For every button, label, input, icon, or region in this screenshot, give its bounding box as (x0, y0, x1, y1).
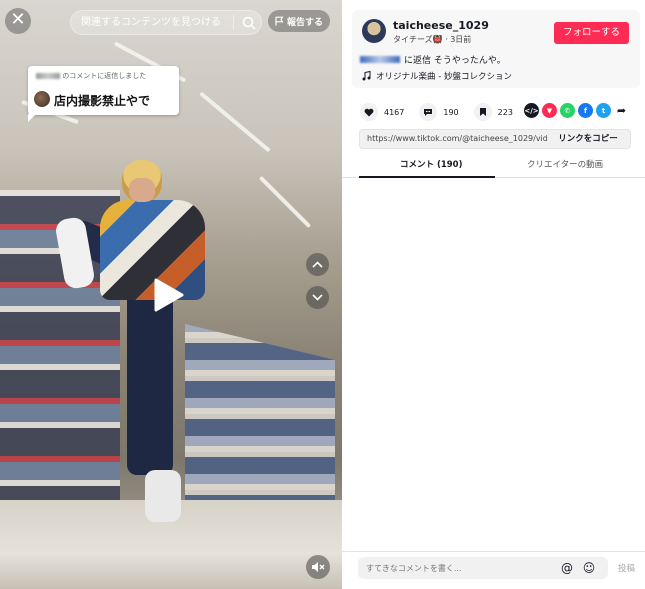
video-description: に返信 そうやったんや。 (360, 53, 506, 66)
comment-composer: @ ☺ 投稿 (342, 551, 645, 589)
comment-box[interactable]: @ ☺ (358, 557, 608, 579)
person-shoe (145, 470, 181, 522)
flag-icon (275, 16, 284, 26)
next-video-button[interactable] (306, 286, 329, 309)
author-nickname: タイチーズ👹 (393, 35, 443, 44)
tab-comments[interactable]: コメント (190) (400, 158, 462, 170)
mention-icon[interactable]: @ (560, 561, 574, 575)
volume-mute-icon (312, 562, 325, 572)
post-button[interactable]: 投稿 (618, 562, 635, 574)
reply-sticker: のコメントに返信しました 店内撮影禁止やで (28, 66, 179, 122)
active-tab-indicator (359, 176, 495, 178)
author-meta: タイチーズ👹 · 3日前 (393, 34, 471, 45)
copy-link-button[interactable]: リンクをコピー (546, 130, 630, 148)
post-time: 3日前 (450, 35, 472, 44)
search-input[interactable] (81, 11, 231, 34)
reply-text: 店内撮影禁止やで (54, 94, 151, 108)
ceiling-light (258, 175, 312, 229)
comment-input[interactable] (366, 557, 556, 579)
store-shelf (185, 324, 335, 500)
play-icon[interactable] (151, 277, 185, 313)
search-bar[interactable] (70, 10, 262, 35)
comment-count: 190 (443, 107, 459, 117)
person-face (129, 178, 155, 202)
close-icon[interactable]: ✕ (5, 8, 31, 34)
share-bar: </> ▼ ✆ f t ➦ (524, 103, 629, 118)
description-text: に返信 そうやったんや。 (404, 56, 506, 66)
tiktok-video-page: ✕ 報告する のコメントに返信しました 店内撮影禁止やで (0, 0, 645, 589)
search-divider (233, 15, 234, 30)
search-icon[interactable] (241, 15, 257, 31)
comment-button[interactable]: 190 (419, 103, 459, 121)
save-button[interactable]: 223 (473, 103, 513, 121)
music-note-icon (362, 71, 371, 81)
bookmark-icon (473, 103, 492, 121)
avatar[interactable] (362, 19, 386, 43)
ceiling-light (199, 91, 271, 153)
video-player[interactable]: ✕ 報告する のコメントに返信しました 店内撮影禁止やで (0, 0, 342, 589)
like-button[interactable]: 4167 (360, 103, 404, 121)
mute-button[interactable] (306, 555, 330, 579)
details-panel: taicheese_1029 タイチーズ👹 · 3日前 フォローする に返信 そ… (342, 0, 645, 589)
tab-bar: コメント (190) クリエイターの動画 (342, 152, 645, 178)
blurred-username (36, 73, 60, 79)
facebook-icon[interactable]: f (578, 103, 593, 118)
video-link-box: https://www.tiktok.com/@taicheese_1029/v… (359, 129, 631, 149)
video-url[interactable]: https://www.tiktok.com/@taicheese_1029/v… (367, 134, 547, 143)
reply-header: のコメントに返信しました (36, 72, 174, 81)
avatar (34, 91, 50, 107)
music-link[interactable]: オリジナル楽曲 - 妙盤コレクション (362, 70, 512, 82)
embed-icon[interactable]: </> (524, 103, 539, 118)
follow-button[interactable]: フォローする (554, 22, 629, 44)
whatsapp-icon[interactable]: ✆ (560, 103, 575, 118)
music-title: オリジナル楽曲 - 妙盤コレクション (376, 72, 512, 82)
engagement-stats: 4167 190 223 (360, 103, 528, 121)
chevron-up-icon (312, 261, 323, 268)
emoji-icon[interactable]: ☺ (582, 561, 596, 575)
previous-video-button[interactable] (306, 253, 329, 276)
blurred-mention[interactable] (360, 56, 400, 63)
send-to-friends-icon[interactable]: ▼ (542, 103, 557, 118)
tab-creator-videos[interactable]: クリエイターの動画 (527, 158, 603, 170)
chevron-down-icon (312, 294, 323, 301)
author-card: taicheese_1029 タイチーズ👹 · 3日前 フォローする に返信 そ… (352, 10, 640, 88)
person-legs (127, 290, 173, 475)
twitter-icon[interactable]: t (596, 103, 611, 118)
save-count: 223 (497, 107, 513, 117)
author-username[interactable]: taicheese_1029 (393, 19, 489, 32)
share-arrow-icon[interactable]: ➦ (614, 103, 629, 118)
like-count: 4167 (384, 107, 405, 117)
report-label: 報告する (286, 17, 323, 28)
reply-header-text: のコメントに返信しました (62, 72, 147, 80)
heart-icon (360, 103, 378, 121)
comment-icon (419, 103, 438, 121)
report-button[interactable]: 報告する (268, 10, 330, 32)
